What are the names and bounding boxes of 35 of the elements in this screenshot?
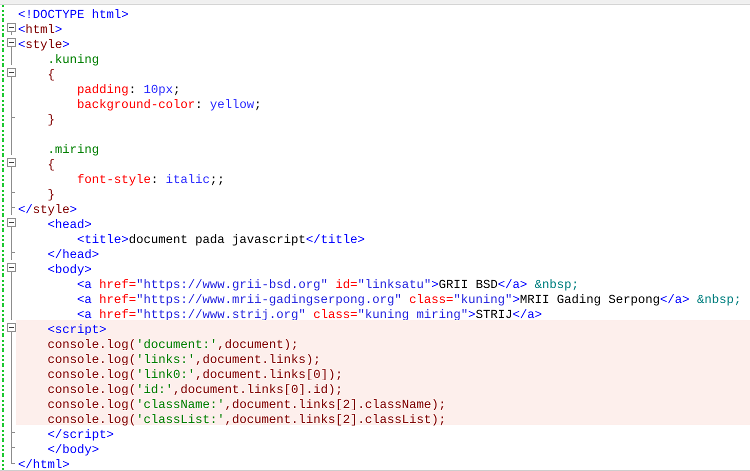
code-line: </head> — [46, 248, 100, 262]
fold-toggle[interactable] — [7, 218, 16, 227]
code-line: <html> — [18, 23, 62, 37]
code-line: <script> — [46, 323, 107, 337]
code-line: } — [46, 188, 55, 202]
code-line: <!DOCTYPE html> — [18, 8, 129, 22]
code-line: </script> — [46, 428, 114, 442]
fold-toggle[interactable] — [7, 68, 16, 77]
code-line: </html> — [18, 458, 70, 471]
code-line: </style> — [18, 203, 78, 217]
code-line: .kuning — [46, 53, 100, 67]
code-line: <title>document pada javascript</title> — [76, 233, 365, 247]
fold-toggle[interactable] — [7, 323, 16, 332]
code-line: } — [46, 113, 55, 127]
code-line: console.log('link0:',document.links[0]); — [46, 368, 343, 382]
fold-toggle[interactable] — [7, 158, 16, 167]
code-line: console.log('links:',document.links); — [46, 353, 321, 367]
code-line: background-color: yellow; — [76, 98, 262, 112]
fold-toggle[interactable] — [7, 263, 16, 272]
code-line: font-style: italic;; — [76, 173, 225, 187]
code-line: .miring — [46, 143, 100, 157]
code-line: console.log('id:',document.links[0].id); — [46, 383, 343, 397]
code-line: console.log('className:',document.links[2].className); — [46, 398, 446, 412]
code-line: { — [46, 68, 55, 82]
code-line: </body> — [46, 443, 100, 457]
code-line: <a href="https://www.strij.org" class="kuning miring">STRIJ</a> — [76, 308, 542, 322]
code-line: <a href="https://www.grii-bsd.org" id="linksatu">GRII BSD</a> &nbsp; — [76, 278, 579, 292]
code-line: <a href="https://www.mrii-gadingserpong.org" class="kuning">MRII Gading Serpong</a> &nbsp; — [76, 293, 742, 307]
code-line: <head> — [46, 218, 92, 232]
code-line: console.log('document:',document); — [46, 338, 298, 352]
code-line: <style> — [18, 38, 70, 52]
code-line: { — [46, 158, 55, 172]
code-line: console.log('classList:',document.links[2].classList); — [46, 413, 446, 427]
code-line: <body> — [46, 263, 92, 277]
code-line: padding: 10px; — [76, 83, 180, 97]
